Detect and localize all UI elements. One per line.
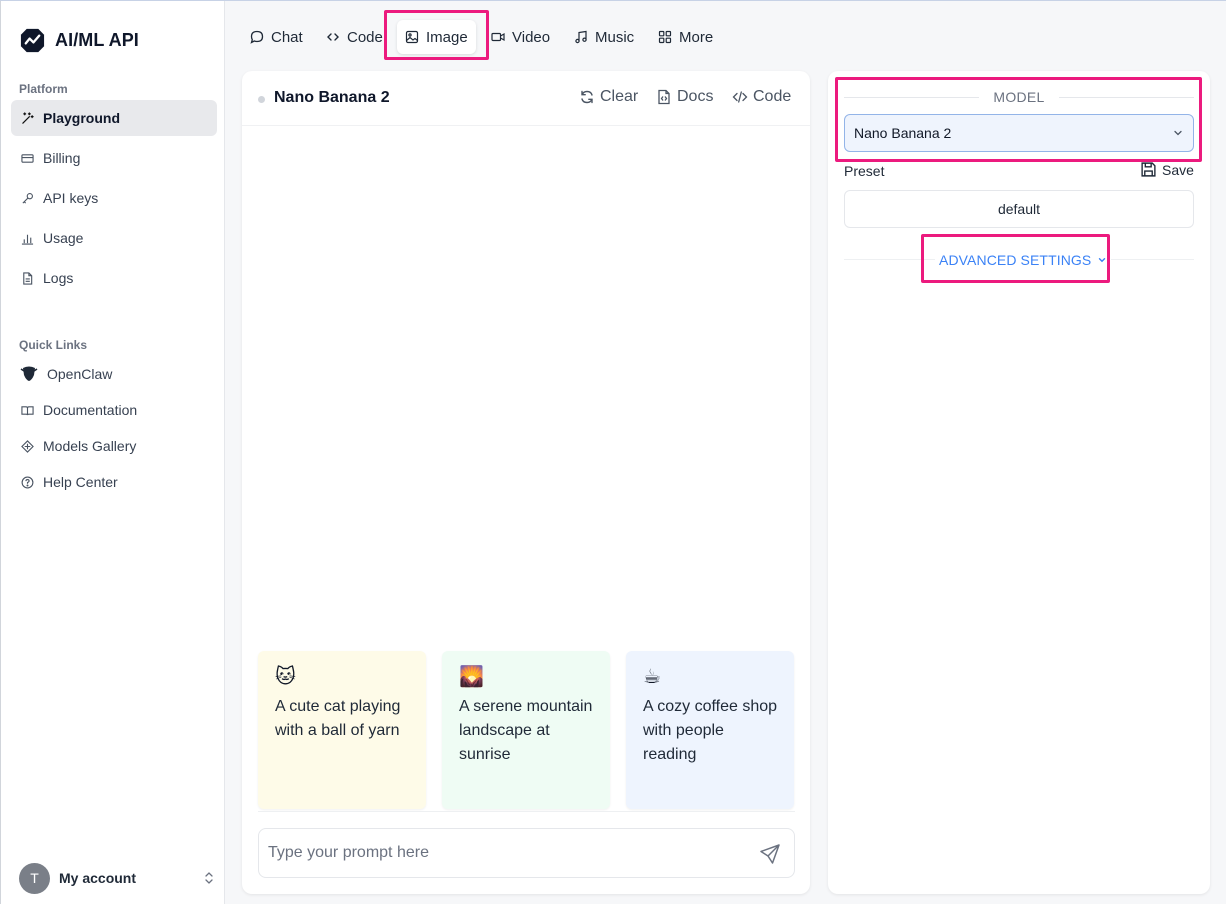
tab-label: Code	[347, 28, 383, 46]
sidebar-item-label: Playground	[43, 110, 121, 126]
image-icon	[405, 30, 419, 44]
prompt-input[interactable]	[259, 829, 749, 877]
code-slash-icon	[732, 91, 748, 103]
model-select[interactable]: Nano Banana 2	[844, 114, 1194, 152]
refresh-icon	[581, 90, 593, 104]
preset-label: Preset	[844, 163, 885, 179]
sunrise-mountain-icon: 🌄	[459, 664, 484, 688]
account-label: My account	[59, 870, 137, 886]
advanced-settings-toggle[interactable]: ADVANCED SETTINGS	[935, 250, 1112, 270]
avatar: T	[19, 862, 50, 894]
model-section-header: MODEL	[844, 89, 1195, 105]
divider	[1058, 96, 1195, 98]
suggestion-text: A cozy coffee shop with people reading	[643, 698, 778, 763]
tab-video[interactable]: Video	[483, 20, 558, 54]
sidebar-item-label: API keys	[43, 190, 99, 206]
sidebar-link-models-gallery[interactable]: Models Gallery	[11, 428, 217, 464]
doc-code-icon	[658, 89, 670, 105]
models-icon	[21, 439, 34, 453]
quick-links-section-label: Quick Links	[19, 338, 88, 352]
prompt-box	[258, 828, 795, 878]
sidebar-item-label: Billing	[43, 150, 81, 166]
brand[interactable]: AI/ML API	[19, 27, 139, 54]
sidebar: AI/ML API Platform Playground Billing AP…	[0, 1, 225, 904]
suggestion-cards: 🐱 A cute cat playing with a ball of yarn…	[258, 651, 795, 809]
sidebar-item-label: Help Center	[43, 474, 118, 490]
bar-chart-icon	[21, 234, 34, 245]
code-label: Code	[753, 88, 792, 105]
tab-label: Chat	[271, 28, 303, 46]
chat-bubble-icon	[250, 30, 264, 44]
sidebar-item-playground[interactable]: Playground	[11, 100, 217, 136]
save-icon	[1141, 162, 1156, 177]
credit-card-icon	[21, 153, 34, 163]
book-icon	[21, 405, 34, 415]
coffee-cup-icon: ☕	[643, 664, 661, 688]
platform-section-label: Platform	[19, 82, 68, 96]
wand-icon	[22, 111, 34, 124]
sidebar-link-help-center[interactable]: Help Center	[11, 464, 217, 500]
tab-chat[interactable]: Chat	[242, 20, 311, 54]
chevron-up-down-icon	[205, 872, 213, 884]
help-icon	[21, 476, 34, 488]
tab-label: More	[679, 28, 714, 46]
sidebar-item-usage[interactable]: Usage	[11, 220, 217, 256]
sidebar-item-label: OpenClaw	[47, 366, 113, 382]
model-select-value: Nano Banana 2	[854, 125, 952, 141]
chevron-down-icon	[1099, 258, 1106, 263]
brand-logo-icon	[20, 28, 45, 53]
divider	[258, 811, 795, 812]
clear-label: Clear	[600, 88, 639, 105]
playground-panel: Nano Banana 2 Clear Docs Code 🐱 A cute c…	[242, 71, 810, 894]
clear-button[interactable]: Clear	[579, 88, 638, 106]
suggestion-text: A cute cat playing with a ball of yarn	[275, 698, 401, 739]
key-icon	[22, 192, 33, 204]
docs-label: Docs	[677, 88, 714, 105]
openclaw-icon	[20, 366, 38, 381]
suggestion-card[interactable]: 🌄 A serene mountain landscape at sunrise	[442, 651, 610, 809]
chevron-down-icon	[1174, 130, 1182, 136]
status-dot	[258, 96, 265, 103]
tab-music[interactable]: Music	[566, 20, 642, 54]
code-icon	[327, 33, 339, 41]
panel-header: Nano Banana 2 Clear Docs Code	[242, 71, 810, 126]
suggestion-card[interactable]: ☕ A cozy coffee shop with people reading	[626, 651, 794, 809]
tab-label: Image	[426, 28, 468, 46]
suggestion-text: A serene mountain landscape at sunrise	[459, 698, 593, 763]
sidebar-link-documentation[interactable]: Documentation	[11, 392, 217, 428]
save-label: Save	[1162, 161, 1194, 178]
tab-image[interactable]: Image	[397, 20, 476, 54]
send-icon[interactable]	[758, 842, 782, 866]
suggestion-card[interactable]: 🐱 A cute cat playing with a ball of yarn	[258, 651, 426, 809]
sidebar-item-label: Documentation	[43, 402, 138, 418]
model-title: Nano Banana 2	[274, 89, 390, 106]
tab-label: Video	[512, 28, 551, 46]
tab-label: Music	[595, 28, 635, 46]
cat-face-icon: 🐱	[275, 664, 296, 688]
account-menu[interactable]: T My account	[19, 862, 215, 894]
preset-select[interactable]: default	[844, 190, 1194, 228]
model-label: MODEL	[993, 89, 1045, 105]
video-icon	[491, 32, 505, 42]
save-preset-button[interactable]: Save	[1140, 161, 1194, 178]
advanced-settings-label: ADVANCED SETTINGS	[939, 252, 1092, 268]
divider	[844, 96, 980, 98]
sidebar-item-api-keys[interactable]: API keys	[11, 180, 217, 216]
file-icon	[23, 271, 33, 285]
sidebar-item-label: Logs	[43, 270, 74, 286]
grid-icon	[658, 30, 672, 44]
sidebar-item-label: Usage	[43, 230, 84, 246]
tab-more[interactable]: More	[650, 20, 721, 54]
sidebar-link-openclaw[interactable]: OpenClaw	[11, 356, 217, 392]
sidebar-item-logs[interactable]: Logs	[11, 260, 217, 296]
settings-panel: MODEL Nano Banana 2 Preset Save default …	[828, 71, 1210, 894]
brand-name: AI/ML API	[55, 30, 139, 50]
code-button[interactable]: Code	[732, 88, 791, 106]
docs-button[interactable]: Docs	[656, 88, 713, 106]
preset-value: default	[997, 201, 1041, 217]
sidebar-item-billing[interactable]: Billing	[11, 140, 217, 176]
sidebar-item-label: Models Gallery	[43, 438, 137, 454]
music-note-icon	[575, 30, 587, 44]
tab-code[interactable]: Code	[318, 20, 391, 54]
